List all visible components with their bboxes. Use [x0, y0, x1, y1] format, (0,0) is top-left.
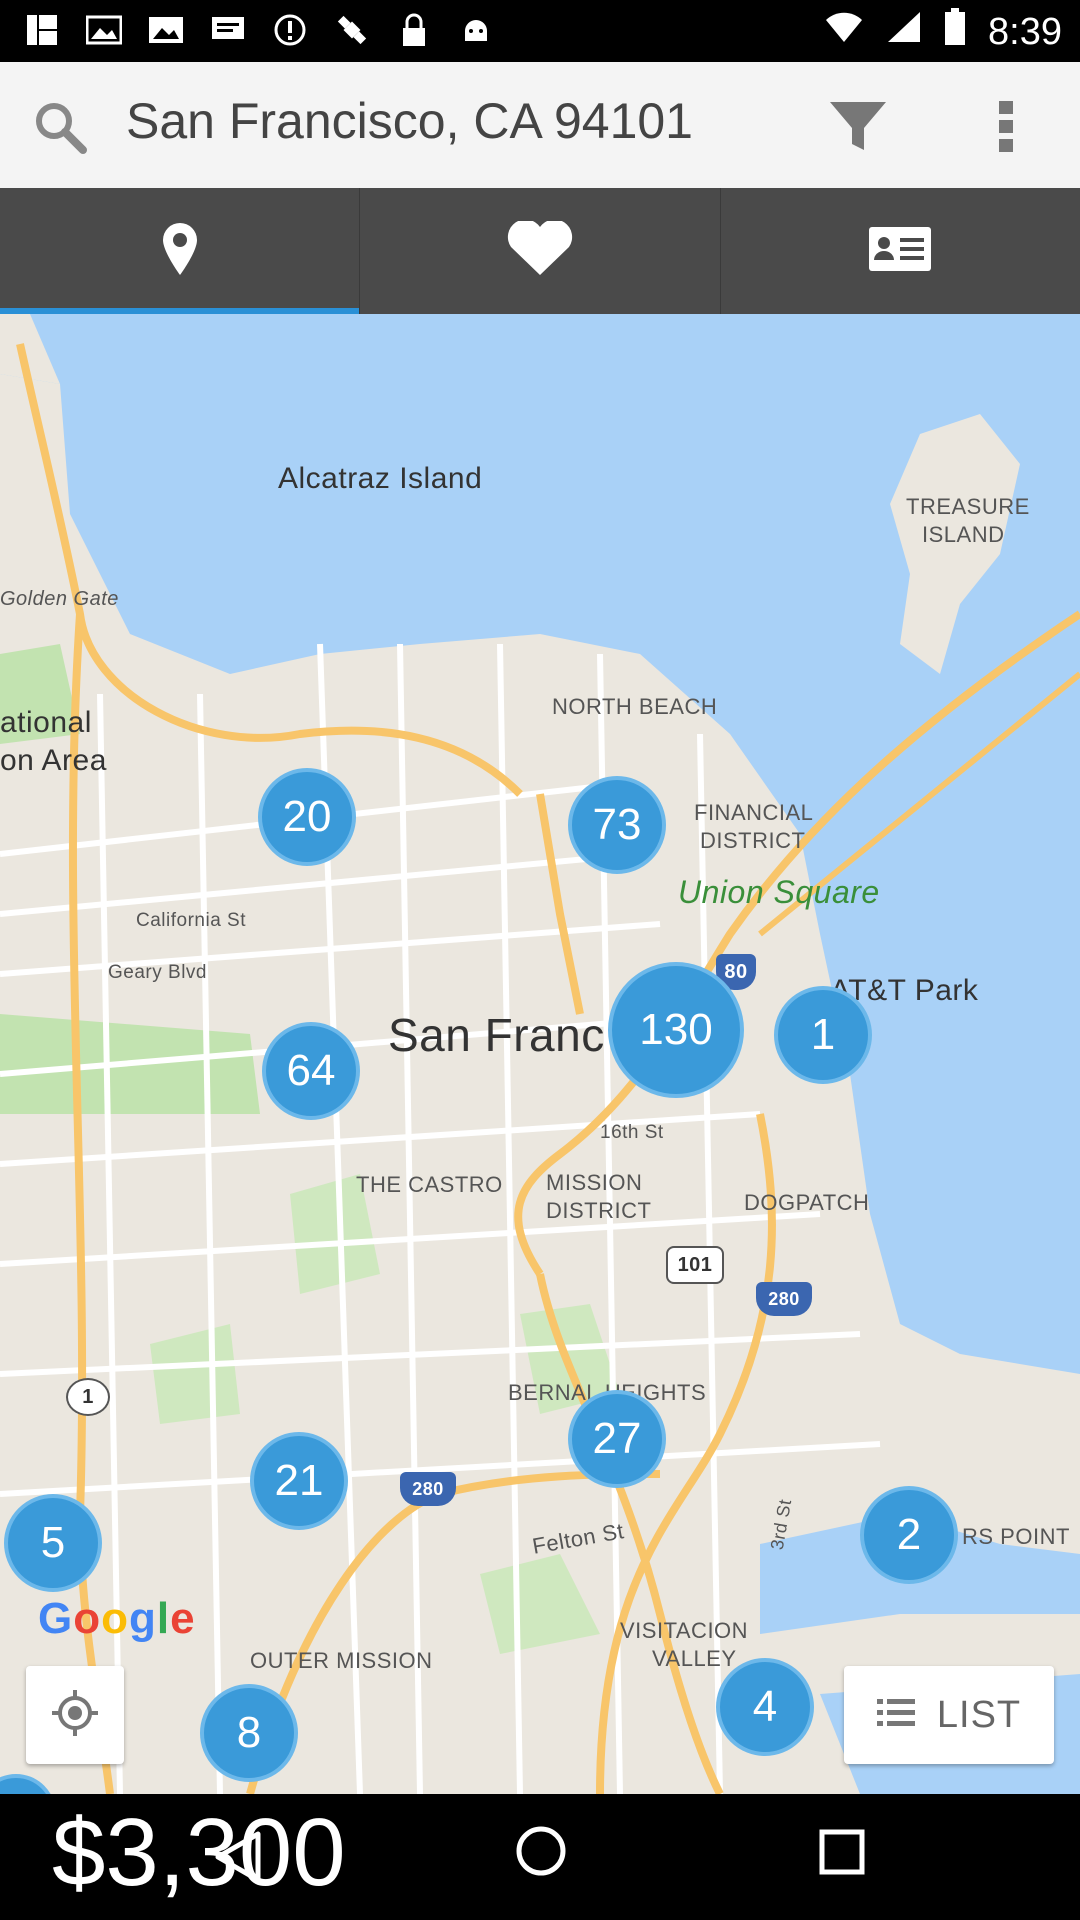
tab-map[interactable] [0, 188, 361, 314]
label-financial-1: FINANCIAL [694, 800, 814, 825]
label-north-beach: NORTH BEACH [552, 694, 718, 719]
image-icon [148, 12, 184, 48]
location-search-text[interactable]: San Francisco, CA 94101 [126, 92, 693, 150]
highway-280-shield-south: 280 [400, 1472, 456, 1506]
label-outer-mission: OUTER MISSION [250, 1648, 433, 1673]
cluster-count: 73 [592, 800, 642, 849]
cluster-count: 1 [810, 1010, 836, 1059]
cluster-count: 130 [639, 1005, 713, 1054]
android-icon [458, 12, 494, 48]
listing-cluster[interactable]: 73 [568, 776, 666, 874]
label-financial-2: DISTRICT [700, 828, 806, 853]
crosshair-icon [50, 1688, 100, 1743]
listing-cluster[interactable]: 20 [258, 768, 356, 866]
label-mission-2: DISTRICT [546, 1198, 652, 1223]
alert-icon [272, 12, 308, 48]
cluster-count: 8 [236, 1708, 262, 1757]
label-visitacion-2: VALLEY [652, 1646, 737, 1671]
listing-cluster[interactable]: 130 [608, 962, 744, 1098]
cluster-count: 20 [282, 792, 332, 841]
lock-icon [396, 12, 432, 48]
battery-icon [944, 8, 966, 56]
my-location-button[interactable] [26, 1666, 124, 1764]
highway-1-shield: 1 [66, 1378, 110, 1416]
navigation-bar: $3,300 [0, 1794, 1080, 1920]
label-california-st: California St [136, 910, 246, 931]
label-golden-gate: Golden Gate [0, 588, 119, 610]
listing-cluster[interactable]: 8 [200, 1684, 298, 1782]
cluster-count: 5 [40, 1518, 66, 1567]
highway-101-shield: 101 [666, 1246, 724, 1284]
more-options-icon[interactable] [986, 97, 1026, 157]
home-icon[interactable] [514, 1824, 568, 1883]
cluster-count: 21 [274, 1456, 324, 1505]
tab-contact[interactable] [721, 188, 1080, 314]
listing-cluster[interactable]: 1 [774, 986, 872, 1084]
listing-cluster[interactable]: 5 [4, 1494, 102, 1592]
list-icon [876, 1697, 915, 1734]
label-national-1: ational [0, 706, 92, 739]
map-pin-icon [160, 221, 200, 282]
listing-cluster[interactable]: 4 [716, 1658, 814, 1756]
heart-icon [505, 218, 575, 282]
status-bar: 8:39 [0, 0, 1080, 62]
label-dogpatch: DOGPATCH [744, 1190, 870, 1215]
signal-icon [886, 10, 922, 54]
tab-favorites[interactable] [360, 188, 721, 314]
label-geary-blvd: Geary Blvd [108, 962, 207, 983]
listing-cluster[interactable]: 27 [568, 1390, 666, 1488]
satellite-icon [334, 12, 370, 48]
label-the-castro: THE CASTRO [356, 1172, 503, 1197]
label-national-2: on Area [0, 744, 107, 777]
label-alcatraz: Alcatraz Island [278, 462, 483, 495]
highway-280-shield-north: 280 [756, 1282, 812, 1316]
label-hunters-point: RS POINT [962, 1524, 1070, 1549]
label-mission-1: MISSION [546, 1170, 643, 1195]
status-icons-right: 8:39 [824, 8, 1062, 56]
listing-cluster[interactable]: 2 [860, 1486, 958, 1584]
contact-card-icon [868, 226, 932, 277]
message-icon [210, 12, 246, 48]
map-view[interactable]: Alcatraz Island TREASURE ISLAND Golden G… [0, 314, 1080, 1794]
tab-bar [0, 188, 1080, 314]
listing-cluster[interactable]: 64 [262, 1022, 360, 1120]
google-logo: Google [38, 1594, 196, 1643]
status-icons-left [24, 12, 494, 48]
label-16th-st: 16th St [600, 1122, 664, 1143]
search-header: San Francisco, CA 94101 [0, 62, 1080, 188]
price-overlay: $3,300 [52, 1799, 346, 1906]
cluster-count: 64 [286, 1046, 336, 1095]
filter-icon[interactable] [828, 100, 888, 154]
label-treasure-island-2: ISLAND [922, 522, 1005, 547]
notification-icon [24, 12, 60, 48]
list-button-label: LIST [936, 1693, 1022, 1736]
search-icon[interactable] [30, 97, 90, 157]
listing-cluster[interactable]: 21 [250, 1432, 348, 1530]
wifi-icon [824, 11, 864, 54]
cluster-count: 2 [896, 1510, 922, 1559]
label-visitacion-1: VISITACION [620, 1618, 749, 1643]
back-icon[interactable] [212, 1830, 262, 1889]
label-treasure-island-1: TREASURE [906, 494, 1030, 519]
list-view-button[interactable]: LIST [844, 1666, 1054, 1764]
photo-icon [86, 12, 122, 48]
cluster-count: 27 [592, 1414, 642, 1463]
label-san-francisco: San Franc [388, 1009, 605, 1061]
label-union-square: Union Square [678, 874, 880, 910]
recent-apps-icon[interactable] [818, 1828, 866, 1881]
clock: 8:39 [988, 10, 1062, 53]
cluster-count: 4 [752, 1682, 778, 1731]
